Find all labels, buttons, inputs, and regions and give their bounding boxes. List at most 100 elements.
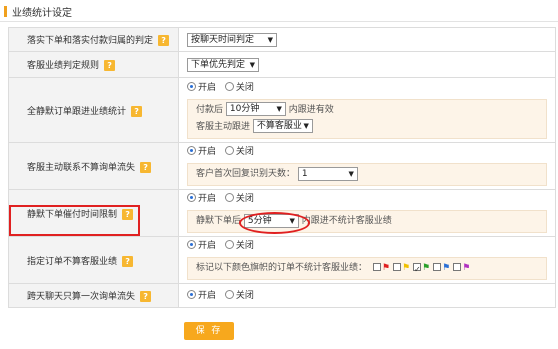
- radio-off-label: 关闭: [235, 82, 254, 93]
- setting-label: 落实下单和落实付款归属的判定: [27, 36, 154, 46]
- judgement-rule-select[interactable]: 下单优先判定 ▼: [187, 57, 259, 72]
- radio-off-label: 关闭: [235, 194, 254, 204]
- option-suffix: 内跟进不统计客服业绩: [301, 216, 392, 226]
- setting-label-cell: 全静默订单跟进业绩统计?: [8, 77, 179, 143]
- setting-label-cell: 跨天聊天只算一次询单流失?: [8, 283, 179, 308]
- radio-on[interactable]: [187, 193, 196, 202]
- setting-value-cell: 开启 关闭: [178, 283, 556, 308]
- reply-days-select[interactable]: 1 ▼: [297, 166, 358, 181]
- radio-on-label: 开启: [198, 147, 217, 157]
- flags-description: 标记以下颜色旗帜的订单不统计客服业绩：: [196, 263, 368, 273]
- setting-value-cell: 开启 关闭 付款后 10分钟 ▼ 内跟进有效 客服主动跟进 不算客服业 ▼: [178, 77, 556, 143]
- radio-on-label: 开启: [198, 241, 217, 251]
- flag-icon: ⚑: [462, 263, 471, 273]
- flag-checkbox-1[interactable]: [392, 263, 401, 271]
- radio-on[interactable]: [187, 81, 196, 91]
- chevron-down-icon: ▼: [267, 35, 273, 44]
- setting-value-cell: 开启 关闭 静默下单后 5分钟 ▼ 内跟进不统计客服业绩: [178, 189, 556, 237]
- attribution-select[interactable]: 按聊天时间判定 ▼: [187, 32, 277, 47]
- radio-off-label: 关闭: [235, 147, 254, 157]
- radio-off[interactable]: [224, 289, 234, 299]
- chevron-down-icon: ▼: [249, 60, 255, 69]
- flag-checkbox-3[interactable]: [433, 263, 442, 271]
- flag-option-row: 标记以下颜色旗帜的订单不统计客服业绩： ⚑ ⚑ ⚑ ⚑ ⚑: [196, 260, 538, 278]
- radio-off-label: 关闭: [235, 241, 254, 251]
- radio-on-label: 开启: [198, 290, 217, 301]
- setting-row-silent-order-followup: 全静默订单跟进业绩统计? 开启 关闭 付款后 10分钟 ▼ 内跟进有效 客服主动跟…: [8, 77, 556, 143]
- setting-value-cell: 按聊天时间判定 ▼: [178, 27, 556, 52]
- setting-row-cross-day-chat: 跨天聊天只算一次询单流失? 开启 关闭: [8, 283, 556, 308]
- option-row: 付款后 10分钟 ▼ 内跟进有效: [196, 102, 538, 119]
- payment-window-select[interactable]: 10分钟 ▼: [225, 102, 286, 116]
- option-subpanel: 客户首次回复识别天数： 1 ▼: [187, 163, 547, 186]
- toggle-group: 开启 关闭: [187, 190, 555, 208]
- setting-row-judgement-rule: 客服业绩判定规则? 下单优先判定 ▼: [8, 51, 556, 78]
- option-subpanel: 标记以下颜色旗帜的订单不统计客服业绩： ⚑ ⚑ ⚑ ⚑ ⚑: [187, 257, 547, 280]
- option-prefix: 客户首次回复识别天数：: [196, 169, 296, 179]
- setting-label-cell: 客服主动联系不算询单流失?: [8, 142, 179, 190]
- flag-checkbox-2[interactable]: [413, 261, 422, 278]
- chevron-down-icon: ▼: [276, 105, 282, 113]
- help-icon[interactable]: ?: [104, 60, 116, 71]
- option-suffix: 内跟进有效: [288, 104, 334, 115]
- setting-row-attribution: 落实下单和落实付款归属的判定? 按聊天时间判定 ▼: [8, 27, 556, 52]
- setting-value-cell: 开启 关闭 标记以下颜色旗帜的订单不统计客服业绩： ⚑ ⚑ ⚑ ⚑ ⚑: [178, 236, 556, 284]
- radio-on[interactable]: [187, 240, 196, 249]
- setting-value-cell: 开启 关闭 客户首次回复识别天数： 1 ▼: [178, 142, 556, 190]
- reply-days-value: 1: [301, 168, 308, 179]
- setting-label-cell: 落实下单和落实付款归属的判定?: [8, 27, 179, 52]
- flag-icon: ⚑: [401, 263, 411, 273]
- help-icon[interactable]: ?: [131, 105, 143, 117]
- option-prefix: 付款后: [196, 104, 224, 115]
- chevron-down-icon: ▼: [348, 169, 354, 178]
- option-subpanel: 付款后 10分钟 ▼ 内跟进有效 客服主动跟进 不算客服业 ▼: [187, 98, 547, 139]
- help-icon[interactable]: ?: [158, 35, 170, 46]
- setting-row-proactive-contact: 客服主动联系不算询单流失? 开启 关闭 客户首次回复识别天数： 1 ▼: [8, 142, 556, 190]
- flag-icon: ⚑: [381, 263, 390, 273]
- radio-on[interactable]: [187, 289, 196, 299]
- flag-icon: ⚑: [422, 263, 431, 273]
- option-row: 客服主动跟进 不算客服业 ▼: [196, 119, 538, 136]
- radio-off[interactable]: [224, 240, 234, 249]
- help-icon[interactable]: ?: [140, 291, 152, 302]
- followup-rule-select[interactable]: 不算客服业 ▼: [252, 119, 313, 133]
- setting-label: 客服主动联系不算询单流失: [27, 162, 136, 173]
- setting-row-flagged-orders: 指定订单不算客服业绩? 开启 关闭 标记以下颜色旗帜的订单不统计客服业绩： ⚑ ⚑…: [8, 236, 556, 284]
- radio-on[interactable]: [187, 146, 196, 155]
- option-prefix: 客服主动跟进: [196, 121, 251, 132]
- setting-label-cell: 指定订单不算客服业绩?: [8, 236, 179, 284]
- payment-window-value: 10分钟: [229, 104, 260, 114]
- attribution-select-value: 按聊天时间判定: [191, 34, 255, 45]
- setting-label: 全静默订单跟进业绩统计: [27, 106, 127, 117]
- setting-label: 客服业绩判定规则: [27, 61, 100, 71]
- toggle-group: 开启 关闭: [187, 79, 555, 97]
- radio-off-label: 关闭: [235, 290, 254, 301]
- option-row: 客户首次回复识别天数： 1 ▼: [196, 166, 538, 183]
- highlight-oval-select: [239, 212, 310, 234]
- flag-icon: ⚑: [442, 263, 451, 273]
- radio-off[interactable]: [224, 81, 234, 91]
- flag-checkbox-0[interactable]: [372, 263, 381, 271]
- header-accent-bar: [4, 6, 7, 17]
- highlight-box-label: [9, 205, 140, 236]
- setting-label: 跨天聊天只算一次询单流失: [27, 292, 136, 302]
- toggle-group: 开启 关闭: [187, 143, 555, 161]
- setting-label-cell: 客服业绩判定规则?: [8, 51, 179, 78]
- radio-off[interactable]: [224, 193, 234, 202]
- settings-table: 落实下单和落实付款归属的判定? 按聊天时间判定 ▼ 客服业绩判定规则? 下单优先判…: [8, 27, 556, 308]
- toggle-group: 开启 关闭: [187, 287, 555, 305]
- chevron-down-icon: ▼: [303, 122, 309, 130]
- page-title: 业绩统计设定: [12, 8, 72, 19]
- flag-checkbox-4[interactable]: [453, 263, 462, 271]
- toggle-group: 开启 关闭: [187, 237, 555, 255]
- radio-off[interactable]: [224, 146, 234, 155]
- help-icon[interactable]: ?: [122, 255, 134, 267]
- followup-rule-value: 不算客服业: [256, 121, 302, 131]
- setting-label: 指定订单不算客服业绩: [27, 256, 118, 267]
- section-header: 业绩统计设定: [0, 0, 558, 22]
- radio-on-label: 开启: [198, 194, 217, 204]
- help-icon[interactable]: ?: [140, 161, 152, 173]
- save-button[interactable]: 保 存: [184, 322, 234, 340]
- judgement-rule-select-value: 下单优先判定: [191, 59, 246, 70]
- setting-value-cell: 下单优先判定 ▼: [178, 51, 556, 78]
